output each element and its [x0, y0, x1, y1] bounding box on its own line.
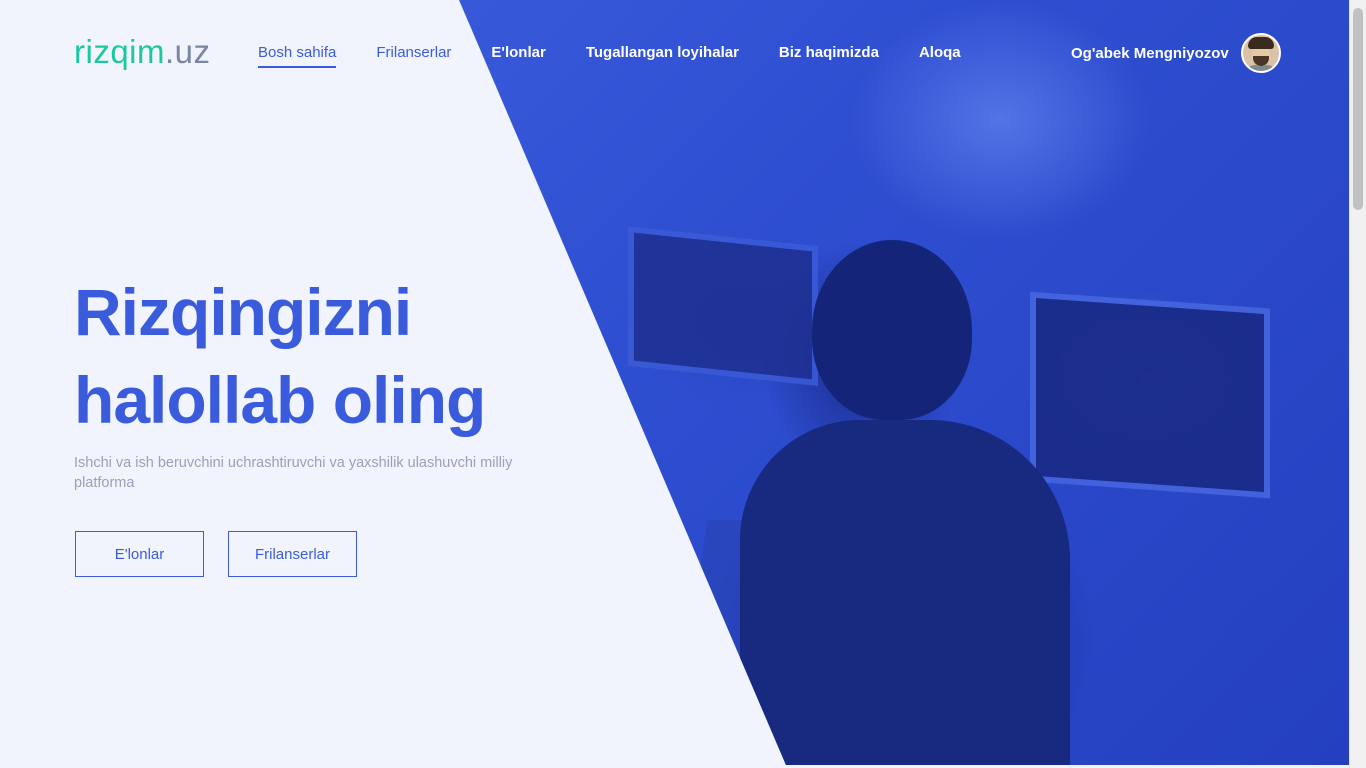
laptop-image [628, 226, 818, 386]
scrollbar[interactable] [1349, 0, 1366, 768]
logo-part-main: rizqim [74, 33, 165, 70]
nav-link-contact[interactable]: Aloqa [919, 43, 961, 68]
user-menu[interactable]: Og'abek Mengniyozov [1071, 33, 1281, 73]
logo-part-domain: .uz [165, 33, 211, 70]
avatar[interactable] [1240, 33, 1281, 73]
nav-link-freelancers[interactable]: Frilanserlar [376, 43, 451, 68]
site-logo[interactable]: rizqim.uz [74, 32, 211, 72]
main-nav: Bosh sahifa Frilanserlar E'lonlar Tugall… [258, 43, 1001, 68]
user-name[interactable]: Og'abek Mengniyozov [1071, 45, 1229, 62]
hero-subtitle: Ishchi va ish beruvchini uchrashtiruvchi… [74, 455, 513, 491]
nav-link-home[interactable]: Bosh sahifa [258, 43, 337, 68]
person-head-image [812, 240, 972, 420]
scrollbar-thumb[interactable] [1353, 8, 1363, 210]
freelancers-button[interactable]: Frilanserlar [228, 531, 357, 577]
hero-title: Rizqingizni halollab oling [74, 268, 534, 444]
hero-title-line-2: halollab oling [74, 363, 486, 437]
nav-link-about[interactable]: Biz haqimizda [779, 43, 879, 68]
nav-link-completed-projects[interactable]: Tugallangan loyihalar [586, 43, 739, 68]
announcements-button[interactable]: E'lonlar [75, 531, 204, 577]
hero-title-line-1: Rizqingizni [74, 275, 412, 349]
laptop-image [1030, 291, 1270, 499]
person-image [740, 420, 1070, 765]
nav-link-announcements[interactable]: E'lonlar [491, 43, 545, 68]
